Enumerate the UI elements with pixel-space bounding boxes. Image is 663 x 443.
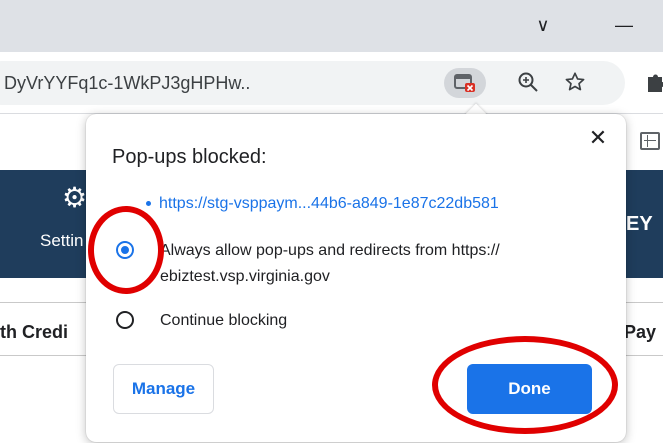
zoom-icon[interactable] <box>517 71 539 99</box>
settings-gear-icon[interactable]: ⚙ <box>62 181 87 214</box>
bullet-icon <box>146 201 151 207</box>
dialog-title: Pop-ups blocked: <box>112 146 267 168</box>
address-bar-url[interactable]: DyVrYYFq1c-1WkPJ3gHPHw.. <box>4 73 250 94</box>
blocked-popup-url[interactable]: https://stg-vsppaym...44b6-a849-1e87c22d… <box>159 195 499 212</box>
settings-nav-label[interactable]: Settin <box>40 231 83 251</box>
popup-blocked-icon <box>454 74 475 92</box>
nav-ey-label: EY <box>626 213 653 235</box>
popup-blocked-indicator[interactable] <box>444 68 486 98</box>
column-header-pay: Pay <box>624 322 657 342</box>
address-bar[interactable]: DyVrYYFq1c-1WkPJ3gHPHw.. <box>0 61 625 105</box>
close-icon[interactable]: ✕ <box>584 124 612 152</box>
bookmark-star-icon[interactable] <box>564 71 586 99</box>
option-always-allow-line2[interactable]: ebiztest.vsp.virginia.gov <box>160 265 330 289</box>
column-header-credit: th Credi <box>0 322 69 342</box>
extensions-puzzle-icon[interactable] <box>646 72 663 100</box>
radio-continue-blocking[interactable] <box>116 311 134 329</box>
tab-search-chevron-icon[interactable]: ∨ <box>523 10 563 40</box>
annotation-circle-radio <box>88 206 164 294</box>
manage-button[interactable]: Manage <box>113 364 214 414</box>
reading-list-icon[interactable] <box>640 132 660 150</box>
option-continue-blocking[interactable]: Continue blocking <box>160 309 287 333</box>
minimize-button[interactable]: — <box>604 10 644 40</box>
browser-toolbar: DyVrYYFq1c-1WkPJ3gHPHw.. <box>0 52 663 114</box>
option-always-allow-line1[interactable]: Always allow pop-ups and redirects from … <box>160 239 500 263</box>
annotation-circle-done <box>432 336 618 434</box>
browser-titlebar: ∨ — <box>0 0 663 52</box>
blocked-popup-link[interactable]: https://stg-vsppaym...44b6-a849-1e87c22d… <box>146 195 499 213</box>
